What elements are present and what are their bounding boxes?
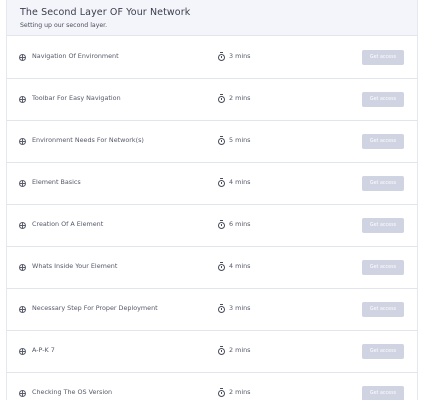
stopwatch-icon <box>218 94 225 103</box>
lesson-duration: 6 mins <box>229 220 251 228</box>
lesson-row: Necessary Step For Proper Deployment 3 m… <box>7 289 417 331</box>
get-access-button[interactable]: Get access <box>362 218 404 233</box>
lesson-title: Environment Needs For Network(s) <box>32 136 144 144</box>
lesson-title: Creation Of A Element <box>32 220 104 228</box>
lesson-row: Creation Of A Element 6 mins Get access <box>7 205 417 247</box>
lesson-duration: 5 mins <box>229 136 251 144</box>
lesson-title: Whats Inside Your Element <box>32 262 118 270</box>
plus-circle-icon <box>19 180 26 187</box>
get-access-button[interactable]: Get access <box>362 344 404 359</box>
stopwatch-icon <box>218 136 225 145</box>
plus-circle-icon <box>19 54 26 61</box>
section-header: The Second Layer OF Your Network Setting… <box>7 0 417 36</box>
lesson-row: Whats Inside Your Element 4 mins Get acc… <box>7 247 417 289</box>
section-title: The Second Layer OF Your Network <box>20 7 191 18</box>
lesson-title: Necessary Step For Proper Deployment <box>32 304 158 312</box>
plus-circle-icon <box>19 264 26 271</box>
get-access-button[interactable]: Get access <box>362 50 404 65</box>
get-access-button[interactable]: Get access <box>362 92 404 107</box>
lesson-duration: 2 mins <box>229 94 251 102</box>
lesson-duration: 3 mins <box>229 52 251 60</box>
lesson-row: Element Basics 4 mins Get access <box>7 163 417 205</box>
stopwatch-icon <box>218 346 225 355</box>
lesson-title: Toolbar For Easy Navigation <box>32 94 121 102</box>
lesson-row: Navigation Of Environment 3 mins Get acc… <box>7 37 417 79</box>
lesson-duration: 4 mins <box>229 178 251 186</box>
lesson-row: Toolbar For Easy Navigation 2 mins Get a… <box>7 79 417 121</box>
stopwatch-icon <box>218 178 225 187</box>
lesson-title: A-P-K 7 <box>32 346 55 354</box>
stopwatch-icon <box>218 52 225 61</box>
stopwatch-icon <box>218 262 225 271</box>
get-access-button[interactable]: Get access <box>362 176 404 191</box>
plus-circle-icon <box>19 138 26 145</box>
lesson-list: Navigation Of Environment 3 mins Get acc… <box>7 37 417 400</box>
plus-circle-icon <box>19 222 26 229</box>
section-subtitle: Setting up our second layer. <box>20 22 108 29</box>
stopwatch-icon <box>218 220 225 229</box>
get-access-button[interactable]: Get access <box>362 134 404 149</box>
plus-circle-icon <box>19 348 26 355</box>
lesson-title: Checking The OS Version <box>32 388 113 396</box>
lesson-duration: 2 mins <box>229 346 251 354</box>
lesson-row: Checking The OS Version 2 mins Get acces… <box>7 373 417 400</box>
lesson-title: Element Basics <box>32 178 81 186</box>
lesson-row: Environment Needs For Network(s) 5 mins … <box>7 121 417 163</box>
get-access-button[interactable]: Get access <box>362 386 404 400</box>
stopwatch-icon <box>218 388 225 397</box>
plus-circle-icon <box>19 306 26 313</box>
course-section-card: The Second Layer OF Your Network Setting… <box>6 0 418 400</box>
plus-circle-icon <box>19 390 26 397</box>
lesson-row: A-P-K 7 2 mins Get access <box>7 331 417 373</box>
lesson-title: Navigation Of Environment <box>32 52 119 60</box>
get-access-button[interactable]: Get access <box>362 260 404 275</box>
plus-circle-icon <box>19 96 26 103</box>
lesson-duration: 4 mins <box>229 262 251 270</box>
get-access-button[interactable]: Get access <box>362 302 404 317</box>
stopwatch-icon <box>218 304 225 313</box>
lesson-duration: 3 mins <box>229 304 251 312</box>
lesson-duration: 2 mins <box>229 388 251 396</box>
